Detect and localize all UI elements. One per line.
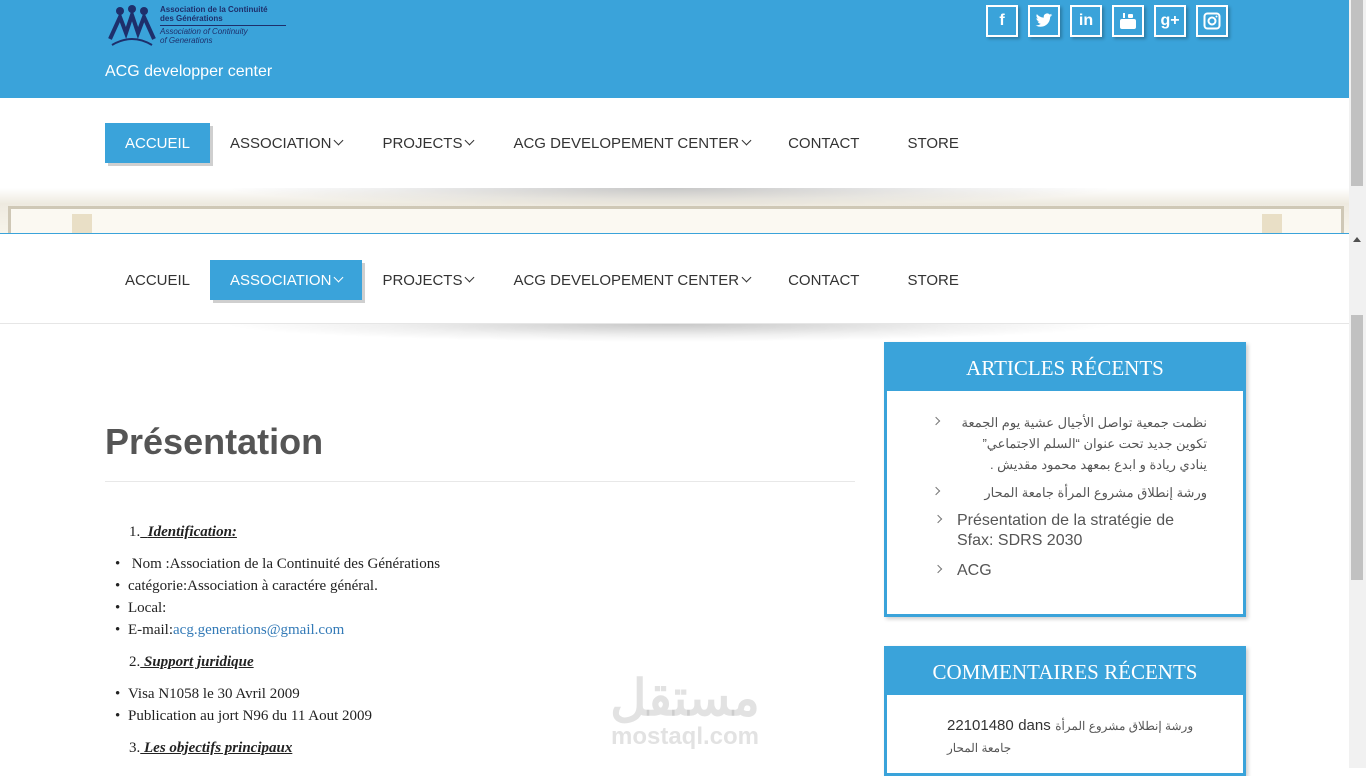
- nav-item-store[interactable]: STORE: [887, 123, 978, 163]
- section-heading: 3. Les objectifs principaux: [129, 740, 293, 756]
- top-header-bar: Association de la Continuité des Générat…: [0, 0, 1349, 98]
- nav-item-store[interactable]: STORE: [887, 260, 978, 300]
- list-item: Publication au jort N96 du 11 Aout 2009: [115, 708, 372, 725]
- main-navigation: ACCUEIL ASSOCIATION PROJECTS ACG DEVELOP…: [0, 98, 1349, 188]
- recent-article-link[interactable]: ACG: [933, 561, 1207, 581]
- nav-item-contact[interactable]: CONTACT: [770, 260, 887, 300]
- chevron-right-icon: [931, 416, 941, 426]
- nav-item-association[interactable]: ASSOCIATION: [210, 123, 362, 163]
- nav-item-contact[interactable]: CONTACT: [770, 123, 887, 163]
- logo-text-line3: Association of Continuity: [160, 27, 248, 36]
- logo-mark-icon: [108, 5, 156, 46]
- googleplus-icon[interactable]: g+: [1154, 5, 1186, 37]
- chevron-down-icon: [741, 135, 752, 146]
- watermark: مستقل mostaql.com: [610, 670, 760, 750]
- chevron-right-icon: [933, 514, 943, 524]
- chevron-down-icon: [333, 135, 344, 146]
- chevron-down-icon: [333, 272, 344, 283]
- scrollbar-thumb[interactable]: [1351, 315, 1363, 580]
- widget-title: ARTICLES RÉCENTS: [887, 345, 1243, 391]
- nav-item-projects[interactable]: PROJECTS: [362, 123, 493, 163]
- chevron-down-icon: [465, 135, 475, 146]
- page-scrollbar[interactable]: [1349, 0, 1366, 768]
- scrollbar-thumb[interactable]: [1351, 0, 1363, 186]
- twitter-icon[interactable]: [1028, 5, 1060, 37]
- list-item: E-mail:acg.generations@gmail.com: [115, 622, 344, 639]
- nav-shadow: [220, 324, 1120, 342]
- page-title: Présentation: [105, 421, 324, 462]
- nav-item-projects[interactable]: PROJECTS: [362, 260, 493, 300]
- linkedin-icon[interactable]: in: [1070, 5, 1102, 37]
- instagram-icon[interactable]: [1196, 5, 1228, 37]
- email-link[interactable]: acg.generations@gmail.com: [173, 622, 344, 638]
- section-heading: 2. Support juridique: [129, 654, 254, 670]
- nav-item-acg-center[interactable]: ACG DEVELOPEMENT CENTER: [493, 260, 770, 300]
- comment-post-link[interactable]: ورشة إنطلاق مشروع المرأة: [1055, 719, 1193, 733]
- recent-article-link[interactable]: Présentation de la stratégie de Sfax: SD…: [933, 511, 1207, 551]
- comment-post-link[interactable]: جامعة المحار: [947, 741, 1197, 755]
- site-name[interactable]: ACG developper center: [105, 63, 272, 81]
- logo-text-line2: des Générations: [160, 14, 223, 23]
- nav-item-accueil[interactable]: ACCUEIL: [105, 123, 211, 163]
- recent-article-link[interactable]: نظمت جمعية تواصل الأجيال عشية يوم الجمعة…: [931, 412, 1207, 475]
- recent-article-link[interactable]: ورشة إنطلاق مشروع المرأة جامعة المحار: [931, 482, 1207, 503]
- nav-item-association[interactable]: ASSOCIATION: [210, 260, 363, 300]
- nav-shadow: [220, 188, 1120, 206]
- sticky-navigation: ACCUEIL ASSOCIATION PROJECTS ACG DEVELOP…: [0, 233, 1349, 324]
- list-item: Local:: [115, 600, 166, 617]
- title-divider: [105, 481, 855, 482]
- section-heading: 1. Identification:: [129, 524, 237, 540]
- logo-text-line4: of Generations: [160, 36, 213, 45]
- youtube-icon[interactable]: [1112, 5, 1144, 37]
- scroll-up-icon[interactable]: [1353, 237, 1361, 242]
- list-item: Visa N1058 le 30 Avril 2009: [115, 686, 300, 703]
- facebook-icon[interactable]: f: [986, 5, 1018, 37]
- site-logo[interactable]: Association de la Continuité des Générat…: [106, 3, 296, 51]
- chevron-right-icon: [931, 486, 941, 496]
- comment-author[interactable]: 22101480: [947, 717, 1014, 734]
- chevron-down-icon: [465, 272, 475, 283]
- chevron-right-icon: [933, 564, 943, 574]
- chevron-down-icon: [741, 272, 752, 283]
- nav-item-acg-center[interactable]: ACG DEVELOPEMENT CENTER: [493, 123, 770, 163]
- social-links: f in g+: [986, 5, 1228, 37]
- nav-item-accueil[interactable]: ACCUEIL: [105, 260, 210, 300]
- widget-title: COMMENTAIRES RÉCENTS: [887, 649, 1243, 695]
- recent-articles-widget: ARTICLES RÉCENTS نظمت جمعية تواصل الأجيا…: [884, 342, 1246, 617]
- recent-comments-widget: COMMENTAIRES RÉCENTS 22101480 dans ورشة …: [884, 646, 1246, 776]
- recent-comment: 22101480 dans ورشة إنطلاق مشروع المرأة ج…: [947, 717, 1197, 755]
- logo-text-line1: Association de la Continuité: [160, 5, 268, 14]
- list-item: Nom :Association de la Continuité des Gé…: [115, 556, 440, 573]
- list-item: catégorie:Association à caractére généra…: [115, 578, 378, 595]
